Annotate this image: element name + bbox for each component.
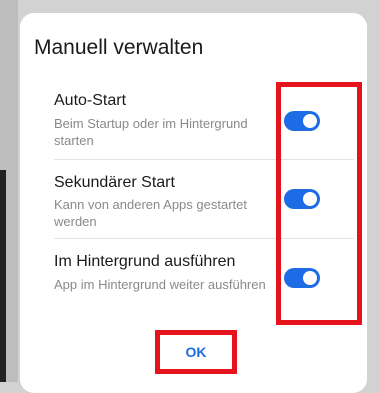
toggles-highlight-box	[276, 82, 362, 325]
auto-start-label: Auto-Start	[54, 92, 127, 109]
run-in-background-label: Im Hintergrund ausführen	[54, 253, 236, 270]
run-in-background-description: App im Hintergrund weiter ausführen	[54, 277, 266, 292]
background-app-edge	[0, 170, 6, 382]
auto-start-description: Beim Startup oder im Hintergrund starten	[54, 116, 248, 148]
secondary-start-label: Sekundärer Start	[54, 174, 175, 191]
dialog-title: Manuell verwalten	[34, 36, 204, 59]
secondary-start-description: Kann von anderen Apps gestartet werden	[54, 197, 247, 229]
ok-button[interactable]: OK	[155, 330, 237, 374]
